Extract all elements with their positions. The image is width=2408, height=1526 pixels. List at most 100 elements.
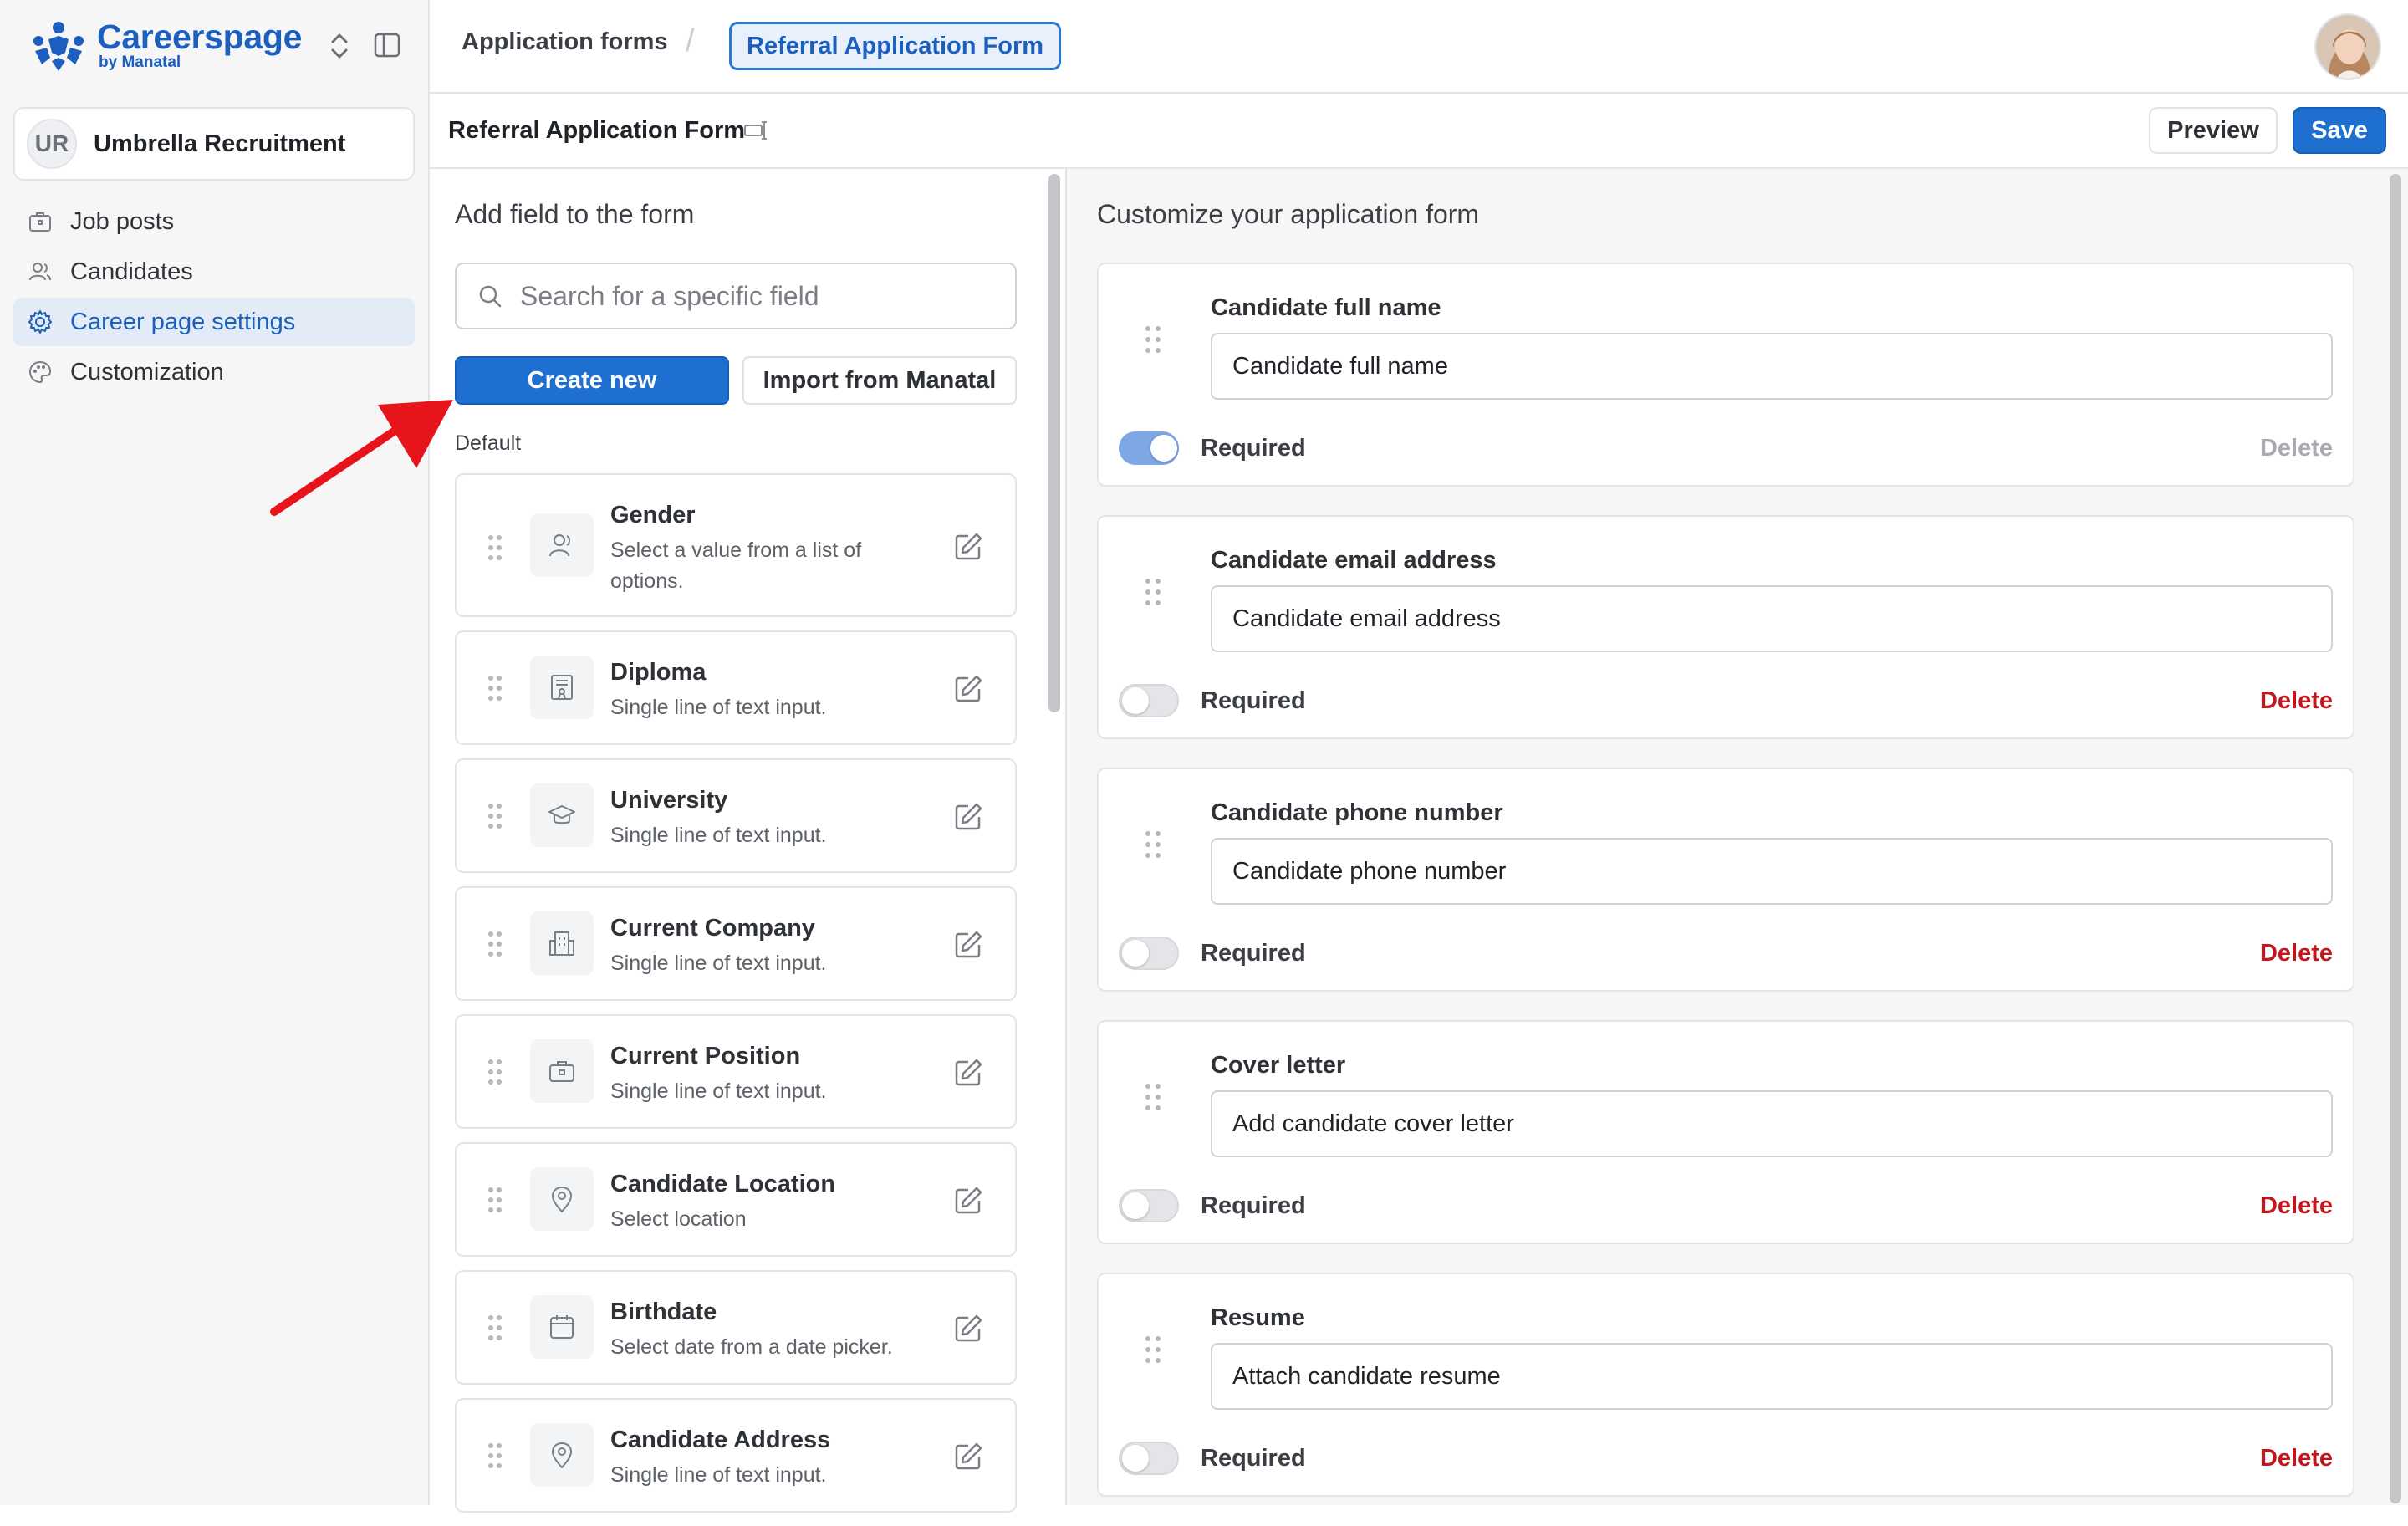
drag-handle-icon[interactable] xyxy=(487,1442,503,1470)
left-panel-scrollbar[interactable] xyxy=(1048,174,1060,712)
customize-form-panel: Customize your application form Candidat… xyxy=(1067,169,2408,1505)
sidebar-item-label: Candidates xyxy=(70,258,193,285)
edit-icon[interactable] xyxy=(951,530,985,564)
list-item-current-company[interactable]: Current Company Single line of text inpu… xyxy=(455,886,1017,1001)
list-item-current-position[interactable]: Current Position Single line of text inp… xyxy=(455,1014,1017,1129)
edit-icon[interactable] xyxy=(951,800,985,834)
top-header: Application forms / Referral Application… xyxy=(430,0,2408,94)
drag-handle-icon[interactable] xyxy=(487,1186,503,1214)
search-input[interactable] xyxy=(518,279,987,313)
edit-icon[interactable] xyxy=(951,1312,985,1345)
drag-handle-icon[interactable] xyxy=(487,930,503,958)
breadcrumb-application-forms[interactable]: Application forms xyxy=(462,28,668,56)
field-icon-box xyxy=(530,513,594,577)
sidebar-item-label: Career page settings xyxy=(70,308,296,335)
toggle-knob xyxy=(1122,1445,1149,1472)
drag-handle-icon[interactable] xyxy=(487,1058,503,1086)
edit-icon[interactable] xyxy=(951,672,985,706)
drag-handle-icon[interactable] xyxy=(1144,829,1162,860)
sidebar: Careerspage by Manatal UR Umbrella Recru… xyxy=(0,0,430,1505)
save-button[interactable]: Save xyxy=(2293,107,2386,154)
drag-handle-icon[interactable] xyxy=(1144,1082,1162,1112)
list-item-diploma[interactable]: Diploma Single line of text input. xyxy=(455,630,1017,745)
field-icon-box xyxy=(530,1423,594,1487)
required-label: Required xyxy=(1201,1445,1306,1472)
form-field-input[interactable]: Add candidate cover letter xyxy=(1211,1090,2333,1157)
list-item-gender[interactable]: Gender Select a value from a list of opt… xyxy=(455,473,1017,617)
delete-button[interactable]: Delete xyxy=(2260,940,2333,967)
form-field-input[interactable]: Candidate email address xyxy=(1211,585,2333,652)
required-toggle[interactable] xyxy=(1119,1189,1179,1222)
list-item-birthdate[interactable]: Birthdate Select date from a date picker… xyxy=(455,1270,1017,1385)
create-new-button[interactable]: Create new xyxy=(455,356,729,405)
preview-button[interactable]: Preview xyxy=(2149,107,2278,154)
customize-form-title: Customize your application form xyxy=(1097,199,1480,229)
edit-icon[interactable] xyxy=(951,1440,985,1473)
building-icon xyxy=(549,931,574,956)
palette-icon xyxy=(28,360,52,384)
calendar-icon xyxy=(550,1315,574,1339)
field-description: Single line of text input. xyxy=(610,1463,827,1487)
toggle-knob xyxy=(1122,1192,1149,1219)
list-item-candidate-location[interactable]: Candidate Location Select location xyxy=(455,1142,1017,1257)
delete-button[interactable]: Delete xyxy=(2260,1445,2333,1472)
briefcase-icon xyxy=(549,1061,574,1082)
toggle-knob xyxy=(1122,687,1149,714)
edit-icon[interactable] xyxy=(951,1184,985,1217)
delete-button[interactable]: Delete xyxy=(2260,1192,2333,1220)
location-pin-icon xyxy=(551,1442,573,1469)
add-field-title: Add field to the form xyxy=(455,199,695,229)
sidebar-item-label: Customization xyxy=(70,358,224,385)
form-field-label: Candidate full name xyxy=(1211,294,1441,321)
required-toggle[interactable] xyxy=(1119,431,1179,465)
required-toggle[interactable] xyxy=(1119,1442,1179,1475)
breadcrumb-current-form[interactable]: Referral Application Form xyxy=(729,22,1062,70)
sidebar-item-candidates[interactable]: Candidates xyxy=(13,248,415,296)
field-search[interactable] xyxy=(455,263,1017,329)
field-description: Select a value from a list of options. xyxy=(610,538,862,593)
form-field-input[interactable]: Attach candidate resume xyxy=(1211,1343,2333,1410)
form-title: Referral Application Form xyxy=(448,117,746,144)
brand-name: Careerspage xyxy=(97,18,303,56)
field-name: Current Position xyxy=(610,1043,801,1069)
sidebar-item-career-page-settings[interactable]: Career page settings xyxy=(13,298,415,346)
add-field-panel: Add field to the form Create new Import … xyxy=(430,169,1045,1513)
delete-button[interactable]: Delete xyxy=(2260,435,2333,462)
drag-handle-icon[interactable] xyxy=(1144,577,1162,607)
form-field-card-email: Candidate email address Candidate email … xyxy=(1097,515,2354,739)
required-toggle[interactable] xyxy=(1119,937,1179,970)
organization-switcher[interactable]: UR Umbrella Recruitment xyxy=(13,107,415,181)
list-item-university[interactable]: University Single line of text input. xyxy=(455,758,1017,873)
sidebar-toggle-icon[interactable] xyxy=(373,32,401,59)
section-label-default: Default xyxy=(455,431,522,455)
required-toggle[interactable] xyxy=(1119,684,1179,717)
brand[interactable]: Careerspage by Manatal xyxy=(28,17,413,75)
sidebar-item-label: Job posts xyxy=(70,207,175,235)
drag-handle-icon[interactable] xyxy=(1144,1335,1162,1365)
import-from-manatal-button[interactable]: Import from Manatal xyxy=(742,356,1017,405)
drag-handle-icon[interactable] xyxy=(1144,324,1162,355)
form-field-input[interactable]: Candidate phone number xyxy=(1211,838,2333,905)
required-label: Required xyxy=(1201,435,1306,462)
drag-handle-icon[interactable] xyxy=(487,1314,503,1342)
drag-handle-icon[interactable] xyxy=(487,802,503,830)
user-avatar[interactable] xyxy=(2314,13,2381,80)
drag-handle-icon[interactable] xyxy=(487,674,503,702)
field-name: Current Company xyxy=(610,915,815,942)
form-field-input[interactable]: Candidate full name xyxy=(1211,333,2333,400)
drag-handle-icon[interactable] xyxy=(487,533,503,562)
field-icon-box xyxy=(530,1039,594,1103)
users-icon xyxy=(29,263,51,281)
sidebar-item-job-posts[interactable]: Job posts xyxy=(13,197,415,246)
chevron-up-down-icon[interactable] xyxy=(323,27,356,65)
field-description: Single line of text input. xyxy=(610,1079,827,1103)
edit-icon[interactable] xyxy=(951,928,985,962)
field-icon-box xyxy=(530,1295,594,1359)
field-name: Birthdate xyxy=(610,1299,717,1325)
list-item-candidate-address[interactable]: Candidate Address Single line of text in… xyxy=(455,1398,1017,1513)
edit-icon[interactable] xyxy=(951,1056,985,1090)
right-panel-scrollbar[interactable] xyxy=(2390,174,2401,1503)
careerspage-logo xyxy=(33,22,84,71)
rename-icon[interactable] xyxy=(742,117,769,144)
delete-button[interactable]: Delete xyxy=(2260,687,2333,715)
